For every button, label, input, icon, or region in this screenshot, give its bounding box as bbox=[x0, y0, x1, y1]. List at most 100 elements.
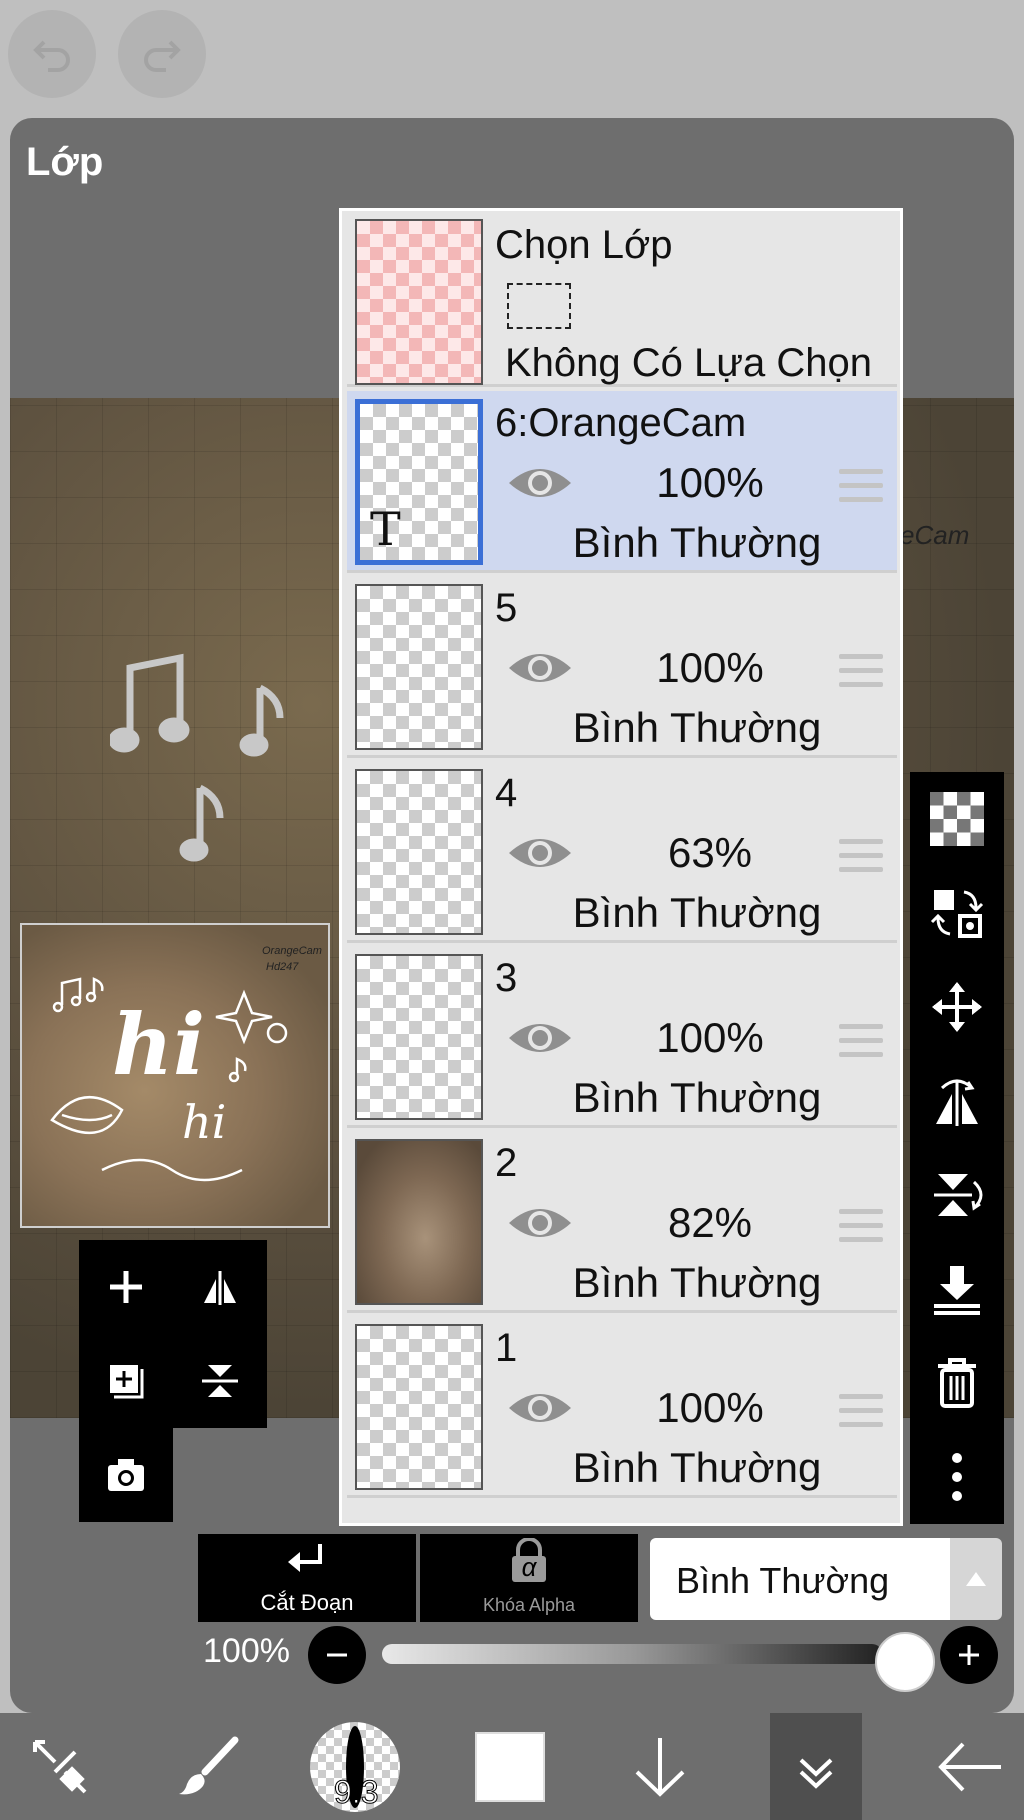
selection-status: Không Có Lựa Chọn bbox=[505, 341, 873, 385]
more-options-button[interactable] bbox=[910, 1430, 1004, 1524]
opacity-increase-button[interactable] bbox=[940, 1626, 998, 1684]
copy-layer-icon bbox=[110, 1365, 144, 1399]
layer-list[interactable]: Chọn Lớp Không Có Lựa Chọn T 6:OrangeCam 1… bbox=[339, 208, 903, 1526]
flip-vertical-icon bbox=[202, 1365, 238, 1397]
alpha-lock-button[interactable]: α Khóa Alpha bbox=[420, 1534, 638, 1622]
music-notes-decoration bbox=[110, 653, 284, 862]
layer-row[interactable]: 3 100% Bình Thường bbox=[347, 946, 897, 1128]
opacity-slider[interactable] bbox=[382, 1644, 882, 1664]
color-button[interactable] bbox=[460, 1713, 560, 1820]
canvas-thumbnail[interactable]: OrangeCam Hd247 hi hi bbox=[20, 923, 330, 1228]
blend-mode-select[interactable]: Bình Thường bbox=[650, 1538, 950, 1620]
layer-opacity: 100% bbox=[656, 1014, 764, 1061]
visibility-eye-icon[interactable] bbox=[507, 1203, 573, 1243]
layer-row[interactable]: 2 82% Bình Thường bbox=[347, 1131, 897, 1313]
tool-brush-button[interactable] bbox=[160, 1713, 260, 1820]
layer-name: 3 bbox=[495, 956, 518, 1000]
layers-button[interactable] bbox=[770, 1713, 862, 1820]
thumbnail-doodles bbox=[50, 977, 288, 1182]
swap-layers-button[interactable] bbox=[910, 866, 1004, 960]
layer-blend-mode: Bình Thường bbox=[572, 1259, 822, 1306]
flip-horizontal-icon bbox=[936, 1079, 978, 1126]
layer-blend-mode: Bình Thường bbox=[572, 889, 822, 936]
layer-opacity: 100% bbox=[656, 459, 764, 506]
layer-opacity: 82% bbox=[667, 1199, 753, 1246]
redo-button[interactable] bbox=[118, 10, 206, 98]
alpha-glyph: α bbox=[521, 1552, 537, 1582]
alpha-lock-label: Khóa Alpha bbox=[482, 1595, 576, 1615]
layer-name: 2 bbox=[495, 1141, 518, 1185]
layer-thumbnail: T bbox=[355, 399, 483, 565]
undo-button[interactable] bbox=[8, 10, 96, 98]
flip-layer-vertical-button[interactable] bbox=[910, 1148, 1004, 1242]
layer-row[interactable]: T 6:OrangeCam 100% Bình Thường bbox=[347, 391, 897, 573]
drag-handle-icon[interactable] bbox=[839, 1394, 883, 1430]
selection-layer-row[interactable]: Chọn Lớp Không Có Lựa Chọn bbox=[347, 211, 897, 387]
clipping-arrow-icon bbox=[288, 1544, 322, 1572]
canvas-text: eCam bbox=[900, 520, 970, 550]
clipping-button[interactable]: Cắt Đoạn bbox=[198, 1534, 416, 1622]
right-toolbar bbox=[910, 772, 1004, 1524]
delete-layer-button[interactable] bbox=[910, 1336, 1004, 1430]
layer-blend-mode: Bình Thường bbox=[572, 704, 822, 751]
clipping-label: Cắt Đoạn bbox=[260, 1590, 354, 1615]
opacity-slider-handle[interactable] bbox=[875, 1632, 935, 1692]
layer-row[interactable]: 5 100% Bình Thường bbox=[347, 576, 897, 758]
undo-icon bbox=[33, 40, 70, 72]
merge-down-icon bbox=[934, 1266, 980, 1315]
layer-opacity: 100% bbox=[656, 644, 764, 691]
add-layer-button[interactable] bbox=[79, 1240, 173, 1334]
camera-button[interactable] bbox=[79, 1428, 173, 1522]
text-layer-glyph: T bbox=[370, 502, 401, 556]
blend-mode-toggle[interactable] bbox=[950, 1538, 1002, 1620]
swap-icon bbox=[930, 890, 984, 938]
opacity-decrease-button[interactable] bbox=[308, 1626, 366, 1684]
brush-size-value: 9.3 bbox=[333, 1773, 379, 1810]
move-down-button[interactable] bbox=[610, 1713, 710, 1820]
flip-horizontal-icon bbox=[204, 1271, 236, 1305]
layers-chevron-icon bbox=[799, 1758, 833, 1789]
drag-handle-icon[interactable] bbox=[839, 654, 883, 690]
layer-row[interactable]: 4 63% Bình Thường bbox=[347, 761, 897, 943]
merge-down-button[interactable] bbox=[910, 1242, 1004, 1336]
drag-handle-icon[interactable] bbox=[839, 1209, 883, 1245]
visibility-eye-icon[interactable] bbox=[507, 648, 573, 688]
plus-icon bbox=[110, 1271, 142, 1303]
layer-blend-mode: Bình Thường bbox=[572, 519, 822, 566]
opacity-label: 100% bbox=[203, 1632, 290, 1670]
visibility-eye-icon[interactable] bbox=[507, 833, 573, 873]
layer-thumbnail bbox=[355, 769, 483, 935]
visibility-eye-icon[interactable] bbox=[507, 1018, 573, 1058]
checkerboard-icon bbox=[930, 792, 984, 846]
tool-transform-button[interactable] bbox=[10, 1713, 110, 1820]
arrow-left-icon bbox=[938, 1742, 1001, 1791]
duplicate-layer-button[interactable] bbox=[79, 1334, 173, 1428]
color-swatch bbox=[475, 1731, 545, 1802]
bottom-toolbar: 9.3 bbox=[0, 1713, 1024, 1820]
visibility-eye-icon[interactable] bbox=[507, 1388, 573, 1428]
move-button[interactable] bbox=[910, 960, 1004, 1054]
flip-horizontal-button[interactable] bbox=[173, 1240, 267, 1334]
layer-thumbnail bbox=[355, 1139, 483, 1305]
flip-layer-horizontal-button[interactable] bbox=[910, 1054, 1004, 1148]
flip-vertical-button[interactable] bbox=[173, 1334, 267, 1428]
drag-handle-icon[interactable] bbox=[839, 469, 883, 505]
triangle-up-icon bbox=[966, 1572, 986, 1586]
brush-size-preview: 9.3 bbox=[310, 1721, 400, 1812]
back-button[interactable] bbox=[920, 1713, 1020, 1820]
layer-row[interactable]: 1 100% Bình Thường bbox=[347, 1316, 897, 1498]
drag-handle-icon[interactable] bbox=[839, 1024, 883, 1060]
layer-opacity: 100% bbox=[656, 1384, 764, 1431]
layer-blend-mode: Bình Thường bbox=[572, 1444, 822, 1491]
layer-name: 1 bbox=[495, 1326, 518, 1370]
layer-panel: Lớp eCam OrangeCam Hd247 hi hi Chọn Lớp … bbox=[10, 118, 1014, 1713]
layer-name: 5 bbox=[495, 586, 518, 630]
brush-size-button[interactable]: 9.3 bbox=[305, 1713, 405, 1820]
drag-handle-icon[interactable] bbox=[839, 839, 883, 875]
layer-name: 4 bbox=[495, 771, 518, 815]
visibility-eye-icon[interactable] bbox=[507, 463, 573, 503]
transparent-fill-button[interactable] bbox=[910, 772, 1004, 866]
layer-thumbnail bbox=[355, 584, 483, 750]
transform-eraser-icon bbox=[33, 1739, 87, 1793]
layer-name: 6:OrangeCam bbox=[495, 401, 747, 445]
